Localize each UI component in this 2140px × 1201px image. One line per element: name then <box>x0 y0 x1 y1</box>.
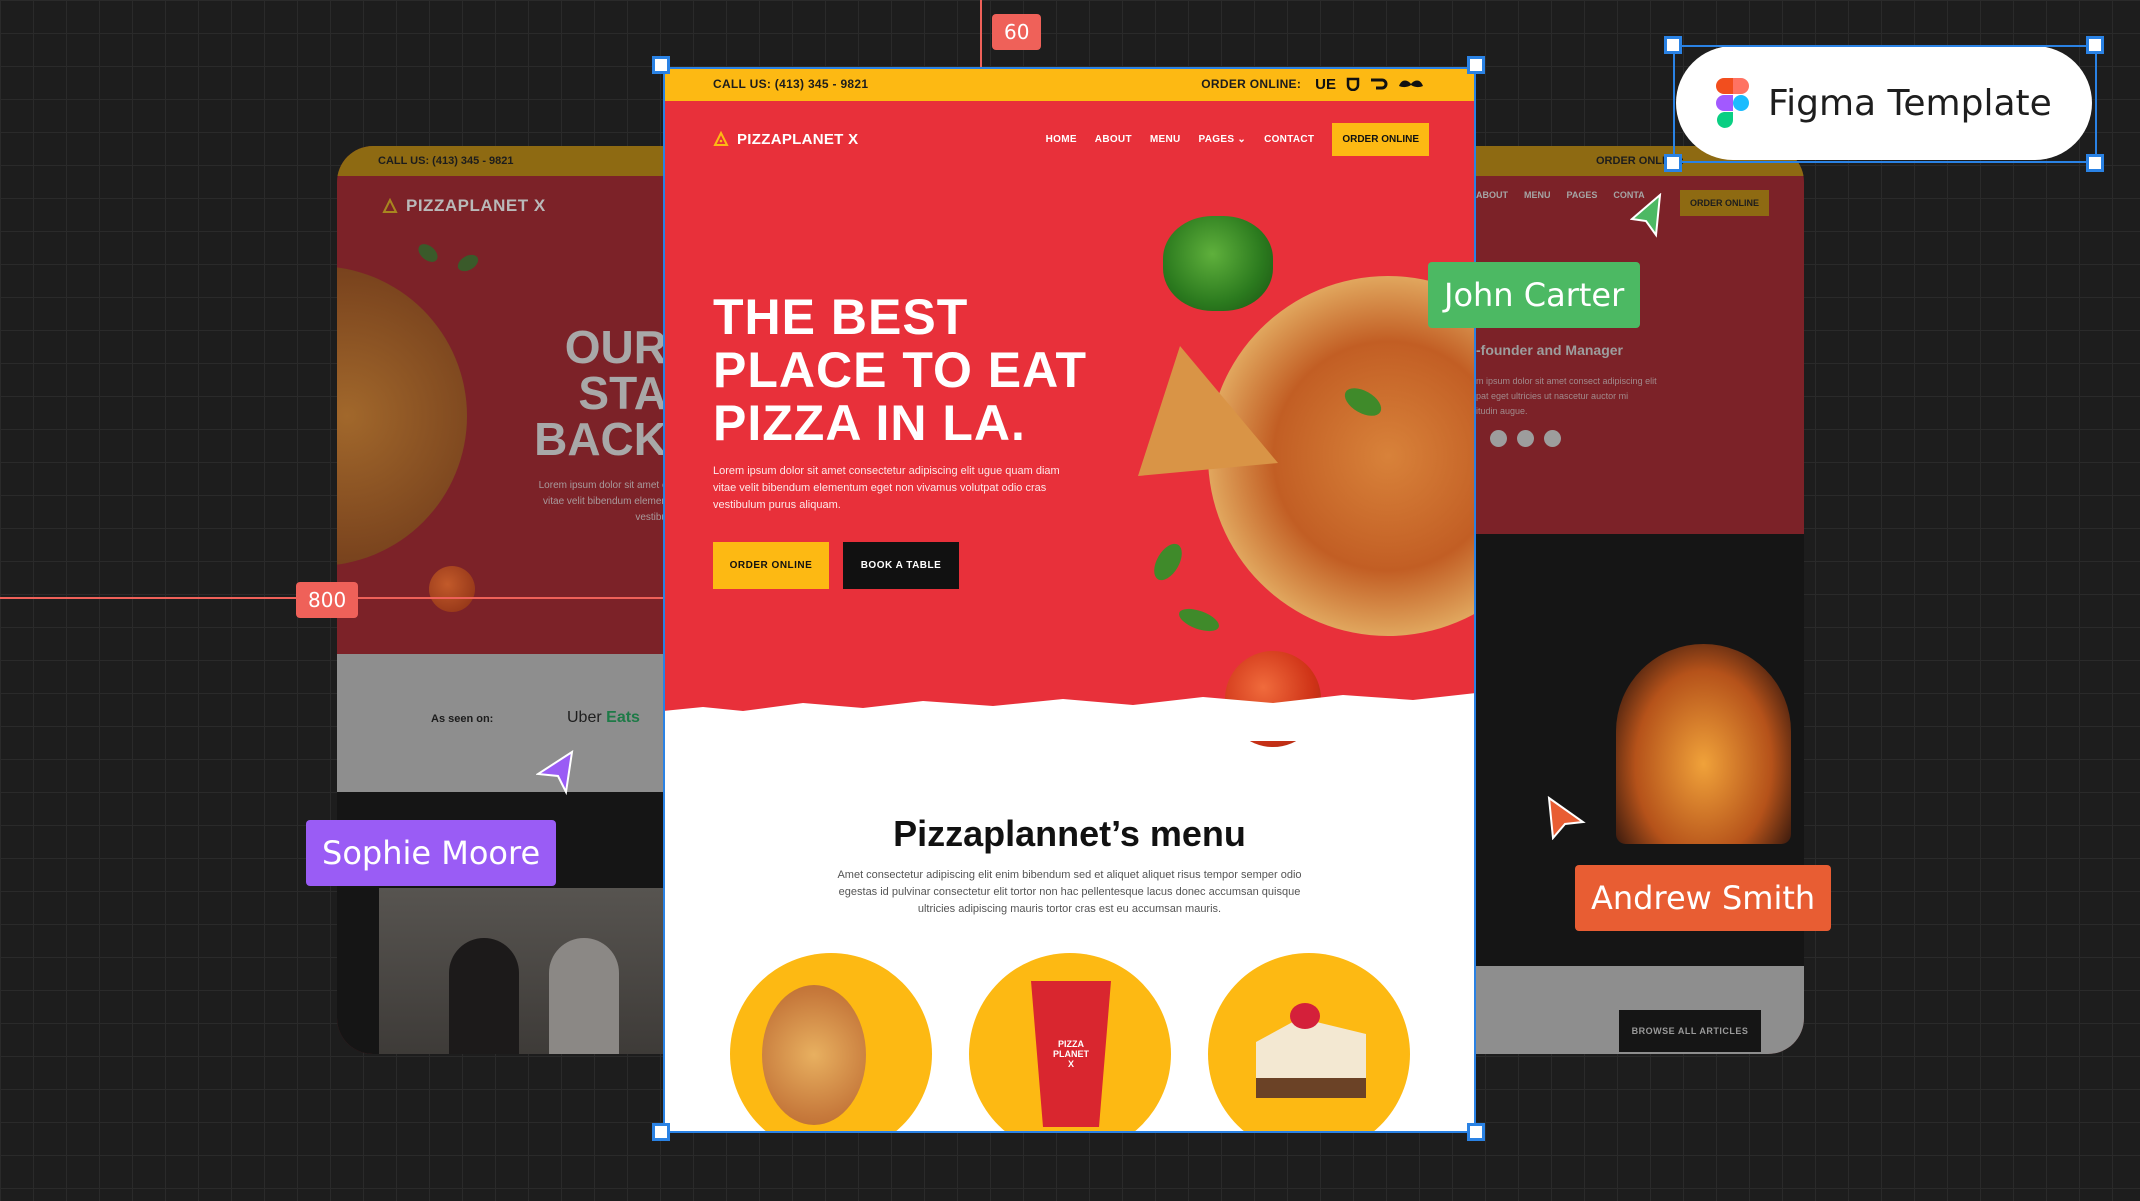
nav-pages[interactable]: PAGES ⌄ <box>1199 134 1247 145</box>
badge-handle-br[interactable] <box>2086 154 2104 172</box>
browse-articles-button[interactable]: BROWSE ALL ARTICLES <box>1619 1010 1761 1052</box>
cursor-arrow-andrew <box>1547 796 1586 840</box>
ubereats-icon[interactable]: UE <box>1315 76 1336 93</box>
left-page-preview[interactable]: CALL US: (413) 345 - 9821 PIZZAPLANET X … <box>337 146 667 1054</box>
left-paragraph: Lorem ipsum dolor sit amet c vitae velit … <box>538 480 667 523</box>
site-logo[interactable]: PIZZAPLANET X <box>713 131 858 148</box>
left-logo: PIZZAPLANET X <box>382 196 546 216</box>
resize-handle-tl[interactable] <box>652 56 670 74</box>
drink-cup-image: PIZZA PLANET X <box>1031 981 1111 1127</box>
menu-item-cheesecake[interactable] <box>1208 953 1410 1133</box>
cursor-label-sophie-moore: Sophie Moore <box>306 820 557 886</box>
topbar: CALL US: (413) 345 - 9821 ORDER ONLINE: … <box>663 67 1476 101</box>
left-as-seen-on-band: As seen on: Uber Eats <box>337 654 667 792</box>
nav-home[interactable]: HOME <box>1046 134 1077 145</box>
green-pepper-image <box>1163 216 1273 311</box>
pizza-slice-icon <box>382 198 398 213</box>
cursor-label-andrew-smith: Andrew Smith <box>1575 865 1832 931</box>
main-page-frame[interactable]: CALL US: (413) 345 - 9821 ORDER ONLINE: … <box>663 67 1476 1133</box>
left-pizza-image <box>337 266 467 566</box>
right-nav-pages[interactable]: PAGES <box>1567 190 1598 200</box>
right-order-button[interactable]: ORDER ONLINE <box>1680 190 1770 216</box>
oven-fire-image <box>1616 644 1791 844</box>
menu-section-paragraph: Amet consectetur adipiscing elit enim bi… <box>837 869 1302 915</box>
basil-leaf-2 <box>1176 604 1222 636</box>
nav-order-online-button[interactable]: ORDER ONLINE <box>1332 122 1429 156</box>
cursor-arrow-john <box>1630 193 1662 238</box>
nav-contact[interactable]: CONTACT <box>1264 134 1314 145</box>
badge-handle-tl[interactable] <box>1664 36 1682 54</box>
call-us-text: CALL US: (413) 345 - 9821 <box>713 77 869 91</box>
badge-selection-box <box>1673 45 2097 163</box>
postmates-icon[interactable] <box>1398 78 1424 90</box>
cursor-label-john-carter: John Carter <box>1428 262 1641 328</box>
menu-item-drink[interactable]: PIZZA PLANET X <box>969 953 1171 1133</box>
ruler-vertical-line <box>980 0 982 67</box>
chevron-down-icon: ⌄ <box>1237 133 1247 145</box>
right-nav-menu[interactable]: MENU <box>1524 190 1551 200</box>
right-social-icons <box>1490 430 1561 447</box>
right-paragraph: m ipsum dolor sit amet consect adipiscin… <box>1476 376 1657 416</box>
left-basil-1 <box>415 240 441 266</box>
order-online-label: ORDER ONLINE: <box>1201 77 1302 91</box>
right-nav-about[interactable]: ABOUT <box>1476 190 1508 200</box>
youtube-icon[interactable] <box>1544 430 1561 447</box>
resize-handle-br[interactable] <box>1467 1123 1485 1141</box>
left-basil-2 <box>454 251 482 275</box>
nav-menu[interactable]: MENU <box>1150 134 1181 145</box>
as-seen-on-label: As seen on: <box>431 713 494 725</box>
basil-leaf-1 <box>1148 539 1188 585</box>
left-headline: OUR STA BACK <box>534 321 667 465</box>
ruler-horizontal-label: 800 <box>296 582 359 618</box>
strawberry-topping <box>1290 1003 1320 1029</box>
uber-eats-logo: Uber Eats <box>567 709 640 726</box>
book-table-button[interactable]: BOOK A TABLE <box>843 542 959 589</box>
pizza-slice-icon <box>713 131 729 146</box>
right-role: -founder and Manager <box>1476 342 1624 358</box>
menu-section-title: Pizzaplannet’s menu <box>893 813 1246 854</box>
badge-handle-tr[interactable] <box>2086 36 2104 54</box>
cheesecake-image <box>1256 1018 1366 1098</box>
badge-handle-bl[interactable] <box>1664 154 1682 172</box>
instagram-icon[interactable] <box>1517 430 1534 447</box>
left-call-text: CALL US: (413) 345 - 9821 <box>378 155 514 167</box>
right-nav: ABOUT MENU PAGES CONTA <box>1476 190 1645 200</box>
hero-section: PIZZAPLANET X HOME ABOUT MENU PAGES ⌄ CO… <box>663 101 1476 747</box>
resize-handle-tr[interactable] <box>1467 56 1485 74</box>
twitter-icon[interactable] <box>1490 430 1507 447</box>
pizza-image <box>762 985 866 1125</box>
ruler-vertical-label: 60 <box>992 14 1042 50</box>
order-online-button[interactable]: ORDER ONLINE <box>713 542 829 589</box>
doordash-icon[interactable] <box>1370 78 1388 90</box>
left-tomato-image <box>429 566 475 612</box>
nav-about[interactable]: ABOUT <box>1095 134 1132 145</box>
menu-item-pizza[interactable] <box>730 953 932 1133</box>
hero-paragraph: Lorem ipsum dolor sit amet consectetur a… <box>713 465 1060 511</box>
left-team-photo <box>379 888 667 1054</box>
resize-handle-bl[interactable] <box>652 1123 670 1141</box>
cursor-arrow-sophie <box>536 750 574 796</box>
hero-headline: THE BEST PLACE TO EAT PIZZA IN LA. <box>713 289 1088 451</box>
left-topbar: CALL US: (413) 345 - 9821 <box>337 146 667 176</box>
grubhub-icon[interactable] <box>1346 77 1360 91</box>
navbar: PIZZAPLANET X HOME ABOUT MENU PAGES ⌄ CO… <box>713 121 1429 157</box>
torn-paper-edge <box>663 693 1476 741</box>
